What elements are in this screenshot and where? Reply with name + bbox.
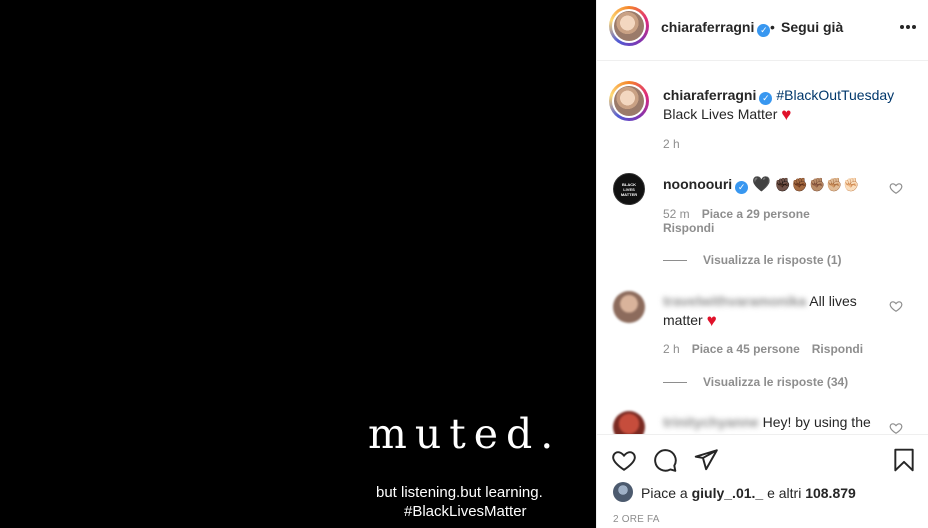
caption-avatar[interactable] bbox=[609, 81, 649, 121]
view-replies-button[interactable]: Visualizza le risposte (1) bbox=[663, 253, 842, 267]
caption-time[interactable]: 2 h bbox=[663, 137, 680, 151]
post-subline-2: #BlackLivesMatter bbox=[404, 503, 527, 520]
red-heart-icon: ♥ bbox=[781, 105, 792, 124]
comments-section[interactable]: chiaraferragni ✓ #BlackOutTuesday Black Li… bbox=[597, 61, 928, 434]
post-subline-1: but listening.but learning. bbox=[376, 484, 543, 501]
save-bookmark-icon[interactable] bbox=[891, 447, 917, 473]
verified-badge-icon: ✓ bbox=[757, 24, 771, 37]
comment-time[interactable]: 2 h bbox=[663, 342, 680, 356]
red-heart-icon: ♥ bbox=[706, 311, 717, 330]
reply-button[interactable]: Rispondi bbox=[812, 342, 863, 356]
commenter-username[interactable]: travelwithvaramonika bbox=[663, 293, 806, 309]
comment-likes[interactable]: Piace a 45 persone bbox=[692, 342, 800, 356]
view-replies-label: Visualizza le risposte (1) bbox=[703, 253, 842, 267]
author-avatar[interactable] bbox=[609, 6, 649, 46]
like-heart-icon[interactable] bbox=[611, 447, 637, 473]
post-time-ago[interactable]: 2 ORE FA bbox=[613, 514, 660, 525]
liker-avatar[interactable] bbox=[613, 482, 633, 502]
comment-like-icon[interactable] bbox=[889, 181, 903, 195]
comment-meta: 52 m Piace a 29 persone bbox=[663, 207, 822, 221]
black-heart-icon: 🖤 bbox=[752, 176, 771, 193]
view-replies-button[interactable]: Visualizza le risposte (34) bbox=[663, 375, 848, 389]
author-username-text[interactable]: chiaraferragni bbox=[661, 19, 754, 35]
caption-text-content: Black Lives Matter bbox=[663, 106, 778, 122]
comment-bubble-icon[interactable] bbox=[652, 447, 678, 473]
verified-badge-icon: ✓ bbox=[759, 92, 773, 105]
likes-prefix: Piace a bbox=[641, 485, 688, 501]
comment-like-icon[interactable] bbox=[889, 299, 903, 313]
commenter-avatar[interactable]: BLACK LIVES MATTER bbox=[613, 173, 645, 205]
liker-username[interactable]: giuly_.01._ bbox=[692, 485, 764, 501]
post-headline: muted. bbox=[368, 410, 562, 458]
post-header: chiaraferragni ✓ • Segui già bbox=[597, 0, 928, 61]
following-button[interactable]: Segui già bbox=[781, 19, 843, 35]
comment-text: All lives bbox=[809, 293, 857, 309]
caption-text: Black Lives Matter ♥ bbox=[663, 105, 791, 125]
caption-username[interactable]: chiaraferragni bbox=[663, 87, 756, 103]
commenter-avatar[interactable] bbox=[613, 291, 645, 323]
view-replies-label: Visualizza le risposte (34) bbox=[703, 375, 849, 389]
comment-header: noonoouri ✓ 🖤 ✊🏿✊🏾✊🏽✊🏼✊🏻 bbox=[663, 175, 861, 194]
verified-badge-icon: ✓ bbox=[735, 181, 749, 194]
comment-body: trinitychyanne Hey! by using the bbox=[663, 414, 871, 430]
share-paper-plane-icon[interactable] bbox=[693, 447, 719, 473]
likes-count[interactable]: 108.879 bbox=[805, 485, 856, 501]
comment-time[interactable]: 52 m bbox=[663, 207, 690, 221]
likes-suffix: e altri bbox=[767, 485, 802, 501]
comment-like-icon[interactable] bbox=[889, 421, 903, 434]
commenter-avatar[interactable] bbox=[613, 411, 645, 434]
comment-body: travelwithvaramonika All lives matter ♥ bbox=[663, 292, 873, 330]
likes-summary: Piace a giuly_.01._ e altri 108.879 bbox=[641, 485, 856, 501]
header-separator: • bbox=[770, 19, 775, 35]
comment-text-cont: matter bbox=[663, 312, 703, 328]
commenter-username[interactable]: noonoouri bbox=[663, 176, 732, 192]
post-side-panel: chiaraferragni ✓ • Segui già chiaraferrag… bbox=[596, 0, 928, 528]
post-actions: Piace a giuly_.01._ e altri 108.879 2 OR… bbox=[597, 434, 928, 528]
reply-button[interactable]: Rispondi bbox=[663, 221, 714, 235]
author-username[interactable]: chiaraferragni ✓ bbox=[661, 19, 771, 37]
post-image[interactable]: muted. but listening.but learning. #Blac… bbox=[0, 0, 596, 528]
more-options-icon[interactable] bbox=[897, 16, 919, 38]
caption-hashtag[interactable]: #BlackOutTuesday bbox=[776, 87, 894, 103]
comment-meta: 2 h Piace a 45 persone Rispondi bbox=[663, 342, 863, 356]
comment-likes[interactable]: Piace a 29 persone bbox=[702, 207, 810, 221]
commenter-username[interactable]: trinitychyanne bbox=[663, 414, 759, 430]
raised-fist-emojis: ✊🏿✊🏾✊🏽✊🏼✊🏻 bbox=[774, 177, 861, 192]
comment-text: Hey! by using the bbox=[762, 414, 871, 430]
caption-header: chiaraferragni ✓ #BlackOutTuesday bbox=[663, 87, 894, 105]
